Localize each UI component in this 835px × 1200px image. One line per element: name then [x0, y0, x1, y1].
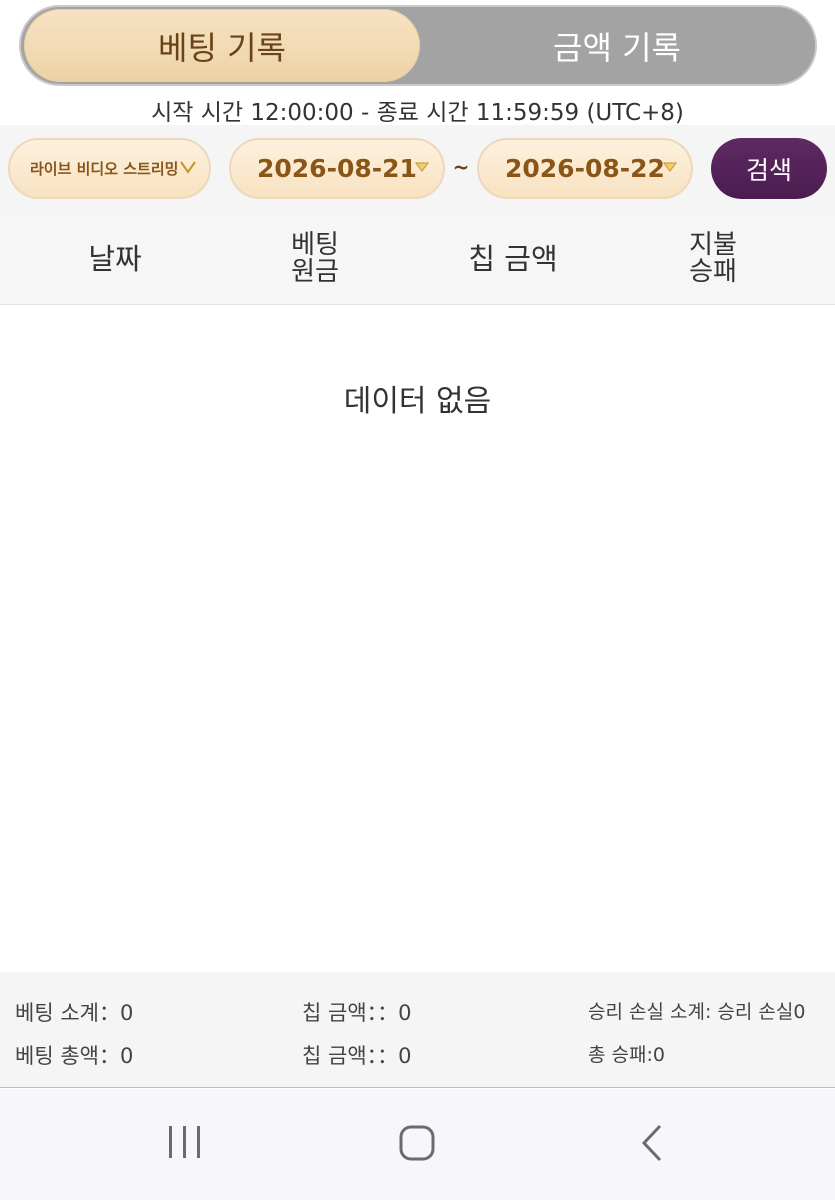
table-header: 날짜 베팅 원금 칩 금액 지불 승패	[0, 213, 835, 305]
column-header-chip-amount: 칩 금액	[438, 213, 588, 305]
header-text: 승패	[689, 257, 737, 287]
start-date-select[interactable]: 2026-08-21	[229, 138, 445, 199]
header-text: 지불	[689, 230, 737, 260]
header-text: 날짜	[88, 241, 142, 276]
record-tab-switch: 베팅 기록 금액 기록	[19, 5, 817, 86]
tab-betting-record[interactable]: 베팅 기록	[24, 9, 420, 82]
tab-amount-record[interactable]: 금액 기록	[421, 9, 813, 82]
start-date-label: 2026-08-21	[257, 154, 417, 183]
chevron-down-icon	[663, 162, 677, 172]
search-button[interactable]: 검색	[711, 138, 827, 199]
header-text: 칩 금액	[468, 241, 558, 276]
date-separator: ~	[452, 155, 470, 179]
betting-history-page: 베팅 기록 금액 기록 시작 시간 12:00:00 - 종료 시간 11:59…	[0, 0, 835, 1200]
header-text: 베팅	[291, 230, 339, 260]
chip-amount-subtotal: 칩 금액：：0	[302, 1001, 412, 1025]
game-mode-label: 라이브 비디오 스트리밍	[30, 160, 179, 178]
filter-bar: 라이브 비디오 스트리밍 2026-08-21 ~ 2026-08-22 검색	[0, 125, 835, 213]
system-navigation-bar	[0, 1089, 835, 1200]
time-range-note: 시작 시간 12:00:00 - 종료 시간 11:59:59 (UTC+8)	[151, 100, 684, 126]
column-header-date: 날짜	[40, 213, 190, 305]
chip-amount-total: 칩 금액：：0	[302, 1044, 412, 1068]
total-win-loss: 총 승패:0	[588, 1044, 665, 1066]
chevron-down-icon	[180, 161, 196, 174]
end-date-label: 2026-08-22	[505, 154, 665, 183]
header-text: 원금	[291, 257, 339, 287]
bet-subtotal: 베팅 소계：0	[15, 1001, 134, 1025]
column-header-payout-result: 지불 승패	[638, 213, 788, 305]
empty-state-text: 데이터 없음	[343, 384, 492, 419]
summary-panel: 베팅 소계：0 칩 금액：：0 승리 손실 소계: 승리 손실0 베팅 총액：0…	[0, 972, 835, 1088]
back-icon[interactable]	[638, 1124, 666, 1162]
chevron-down-icon	[415, 162, 429, 172]
win-loss-subtotal: 승리 손실 소계: 승리 손실0	[588, 1001, 806, 1023]
recent-apps-icon[interactable]	[166, 1124, 204, 1160]
column-header-bet-principal: 베팅 원금	[240, 213, 390, 305]
end-date-select[interactable]: 2026-08-22	[477, 138, 693, 199]
game-mode-select[interactable]: 라이브 비디오 스트리밍	[8, 138, 211, 199]
home-icon[interactable]	[398, 1124, 436, 1162]
bet-total: 베팅 총액：0	[15, 1044, 134, 1068]
